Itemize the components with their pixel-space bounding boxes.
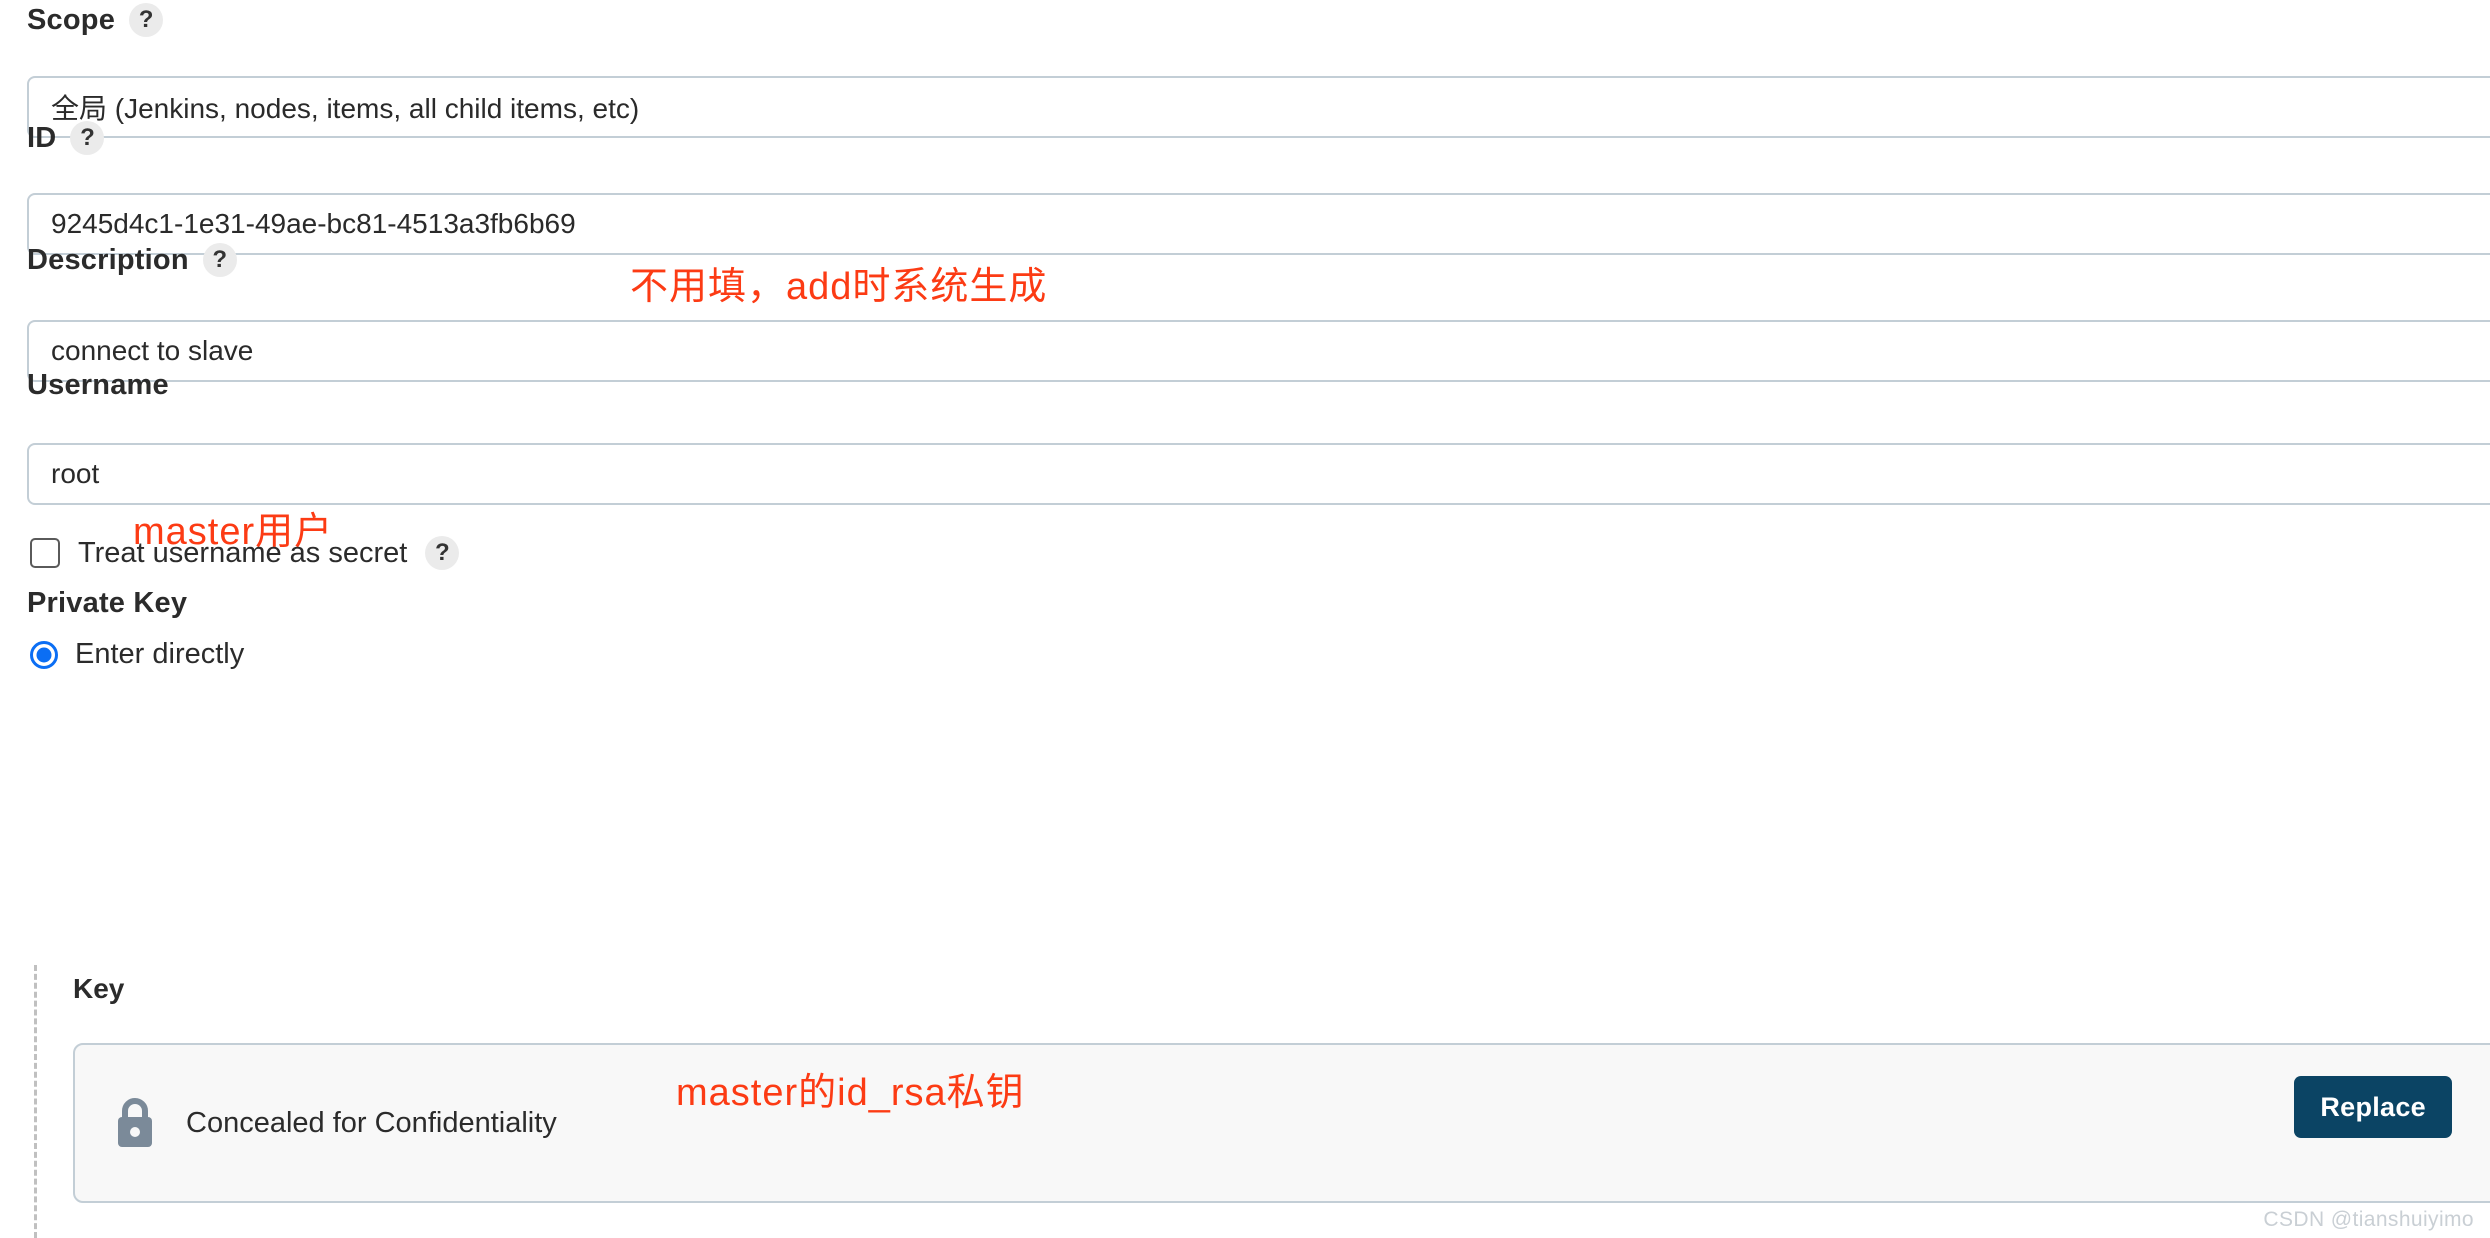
private-key-label-row: Private Key xyxy=(27,583,187,623)
description-value: connect to slave xyxy=(51,335,254,366)
treat-username-as-secret-row[interactable]: Treat username as secret ? xyxy=(30,536,460,570)
watermark: CSDN @tianshuiyimo xyxy=(2263,1208,2474,1231)
scope-label-row: Scope ? xyxy=(27,0,164,40)
scope-field-group: Scope ? xyxy=(0,0,164,40)
id-annotation: 不用填，add时系统生成 xyxy=(630,266,1048,308)
username-input[interactable]: root xyxy=(27,443,2490,505)
scope-label: Scope xyxy=(27,3,116,36)
description-label: Description xyxy=(27,243,189,276)
private-key-annotation: master的id_rsa私钥 xyxy=(676,1072,1025,1114)
lock-icon xyxy=(112,1096,158,1150)
help-question-icon[interactable]: ? xyxy=(425,536,460,570)
credentials-form-page: Scope ? 全局 (Jenkins, nodes, items, all c… xyxy=(0,0,2490,1238)
enter-directly-radio[interactable] xyxy=(30,640,58,669)
description-label-row: Description ? xyxy=(27,240,237,280)
concealed-text: Concealed for Confidentiality xyxy=(186,1106,557,1139)
enter-directly-label: Enter directly xyxy=(75,638,245,670)
treat-username-as-secret-label: Treat username as secret xyxy=(78,536,408,569)
enter-directly-radio-row[interactable]: Enter directly xyxy=(30,638,244,671)
scope-select[interactable]: 全局 (Jenkins, nodes, items, all child ite… xyxy=(27,76,2490,138)
help-question-icon[interactable]: ? xyxy=(202,243,237,277)
private-key-nested-region: Key Concealed for Confidentiality Replac… xyxy=(34,965,2490,1238)
username-field-group: Username xyxy=(0,365,169,405)
id-label-row: ID ? xyxy=(27,118,105,158)
username-label: Username xyxy=(27,368,169,401)
treat-username-as-secret-checkbox[interactable] xyxy=(30,538,60,568)
username-value: root xyxy=(51,458,100,489)
id-input[interactable]: 9245d4c1-1e31-49ae-bc81-4513a3fb6b69 xyxy=(27,193,2490,255)
help-question-icon[interactable]: ? xyxy=(129,3,164,37)
id-value: 9245d4c1-1e31-49ae-bc81-4513a3fb6b69 xyxy=(51,208,576,239)
key-sub-label: Key xyxy=(73,973,125,1004)
id-field-group: ID ? xyxy=(0,118,105,158)
private-key-field-group: Private Key xyxy=(0,583,187,623)
id-label: ID xyxy=(27,121,57,154)
description-input[interactable]: connect to slave xyxy=(27,320,2490,382)
replace-button[interactable]: Replace xyxy=(2294,1076,2452,1138)
key-concealed-panel: Concealed for Confidentiality Replace xyxy=(73,1043,2490,1203)
scope-value: 全局 (Jenkins, nodes, items, all child ite… xyxy=(51,93,640,124)
description-field-group: Description ? xyxy=(0,240,237,280)
username-label-row: Username xyxy=(27,365,169,405)
private-key-label: Private Key xyxy=(27,586,188,619)
help-question-icon[interactable]: ? xyxy=(70,121,105,155)
